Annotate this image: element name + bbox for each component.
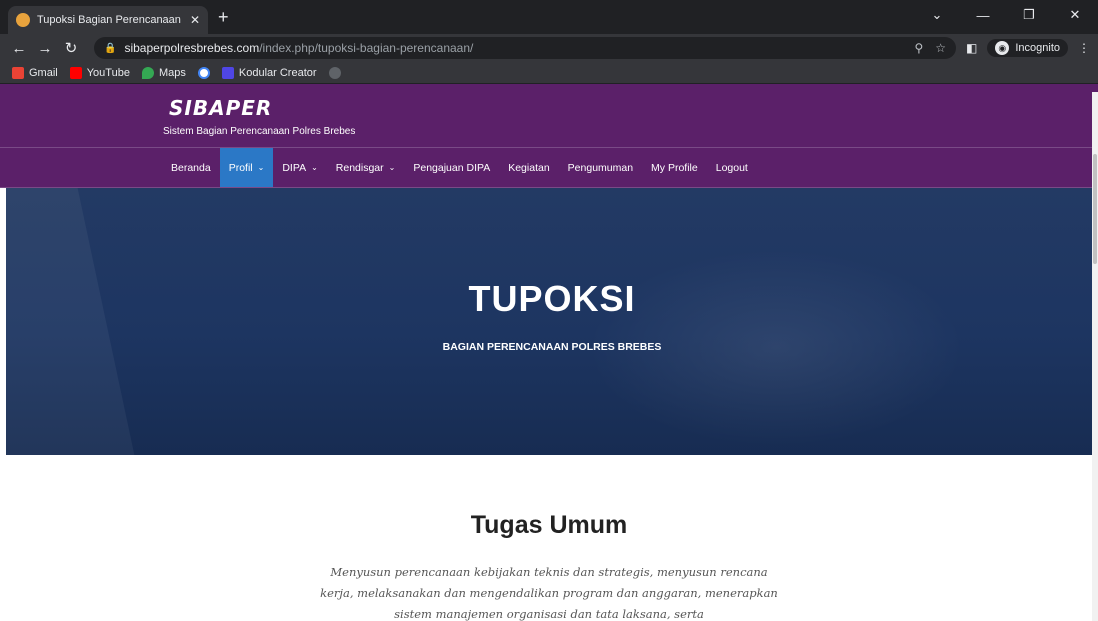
tab-title: Tupoksi Bagian Perencanaan – Si xyxy=(37,14,184,26)
chevron-down-icon: ⌄ xyxy=(257,163,265,172)
incognito-icon: ◉ xyxy=(995,41,1010,55)
bookmark-star-icon[interactable]: ☆ xyxy=(935,41,946,55)
incognito-label: Incognito xyxy=(1015,42,1060,54)
maps-icon xyxy=(141,66,154,79)
section-text: Menyusun perencanaan kebijakan teknis da… xyxy=(320,565,778,621)
hero-banner: TUPOKSI BAGIAN PERENCANAAN POLRES BREBES xyxy=(6,188,1098,455)
site-header: SIBAPER Sistem Bagian Perencanaan Polres… xyxy=(0,84,1098,148)
browser-tab[interactable]: Tupoksi Bagian Perencanaan – Si ✕ xyxy=(8,6,208,34)
main-nav: Beranda Profil ⌄ DIPA ⌄ Rendisgar ⌄ Pengaju… xyxy=(0,148,1098,188)
forward-icon[interactable]: → xyxy=(34,40,56,57)
kodular-icon xyxy=(221,66,234,79)
reload-icon[interactable]: ↻ xyxy=(60,39,82,57)
close-tab-icon[interactable]: ✕ xyxy=(190,13,200,27)
bookmark-google[interactable] xyxy=(197,66,210,79)
site-tagline: Sistem Bagian Perencanaan Polres Brebes xyxy=(163,126,356,137)
nav-pengumuman[interactable]: Pengumuman xyxy=(559,148,642,187)
gmail-icon xyxy=(12,66,24,79)
side-panel-icon[interactable]: ◧ xyxy=(966,41,977,55)
tugas-umum-section: Tugas Umum Menyusun perencanaan kebijaka… xyxy=(0,455,1098,621)
minimize-icon[interactable]: — xyxy=(960,8,1006,23)
restore-icon[interactable]: ❐ xyxy=(1006,7,1052,23)
nav-logout[interactable]: Logout xyxy=(707,148,757,187)
bookmarks-bar: Gmail YouTube Maps Kodular Creator xyxy=(0,62,1098,84)
nav-beranda[interactable]: Beranda xyxy=(162,148,220,187)
hero-title: TUPOKSI xyxy=(468,278,636,319)
browser-toolbar: ← → ↻ 🔒 sibaperpolresbrebes.com /index.p… xyxy=(0,34,1098,62)
tab-search-icon[interactable]: ⌄ xyxy=(914,7,960,23)
url-host: sibaperpolresbrebes.com xyxy=(124,41,260,55)
site-favicon-icon xyxy=(16,13,30,27)
site-logo[interactable]: SIBAPER xyxy=(169,96,272,120)
zoom-icon[interactable]: ⚲ xyxy=(914,41,923,55)
nav-profil[interactable]: Profil ⌄ xyxy=(219,148,274,187)
close-window-icon[interactable]: ✕ xyxy=(1052,7,1098,23)
bookmark-globe[interactable] xyxy=(328,66,341,79)
lock-icon[interactable]: 🔒 xyxy=(104,43,116,54)
address-bar[interactable]: 🔒 sibaperpolresbrebes.com /index.php/tup… xyxy=(94,37,956,59)
section-title: Tugas Umum xyxy=(470,511,628,539)
incognito-badge[interactable]: ◉ Incognito xyxy=(987,39,1068,57)
browser-tab-bar: Tupoksi Bagian Perencanaan – Si ✕ + ⌄ — … xyxy=(0,0,1098,34)
chevron-down-icon: ⌄ xyxy=(311,163,318,172)
nav-kegiatan[interactable]: Kegiatan xyxy=(499,148,558,187)
google-icon xyxy=(197,66,210,79)
nav-rendisgar[interactable]: Rendisgar ⌄ xyxy=(327,148,405,187)
window-controls: ⌄ — ❐ ✕ xyxy=(914,0,1098,30)
nav-pengajuan-dipa[interactable]: Pengajuan DIPA xyxy=(404,148,499,187)
bookmark-youtube[interactable]: YouTube xyxy=(69,66,130,79)
menu-icon[interactable]: ⋮ xyxy=(1078,41,1090,55)
chevron-down-icon: ⌄ xyxy=(388,163,396,172)
youtube-icon xyxy=(69,66,82,79)
bookmark-gmail[interactable]: Gmail xyxy=(12,66,58,79)
globe-icon xyxy=(328,66,341,79)
nav-my-profile[interactable]: My Profile xyxy=(642,148,707,187)
scrollbar-thumb[interactable] xyxy=(1093,154,1097,264)
nav-dipa[interactable]: DIPA ⌄ xyxy=(273,148,326,187)
new-tab-icon[interactable]: + xyxy=(218,7,229,28)
bookmark-maps[interactable]: Maps xyxy=(141,66,186,79)
url-path: /index.php/tupoksi-bagian-perencanaan/ xyxy=(259,41,474,55)
bookmark-kodular[interactable]: Kodular Creator xyxy=(221,66,317,79)
back-icon[interactable]: ← xyxy=(8,40,30,57)
hero-subtitle: BAGIAN PERENCANAAN POLRES BREBES xyxy=(442,341,662,353)
page-scrollbar[interactable] xyxy=(1092,92,1098,621)
